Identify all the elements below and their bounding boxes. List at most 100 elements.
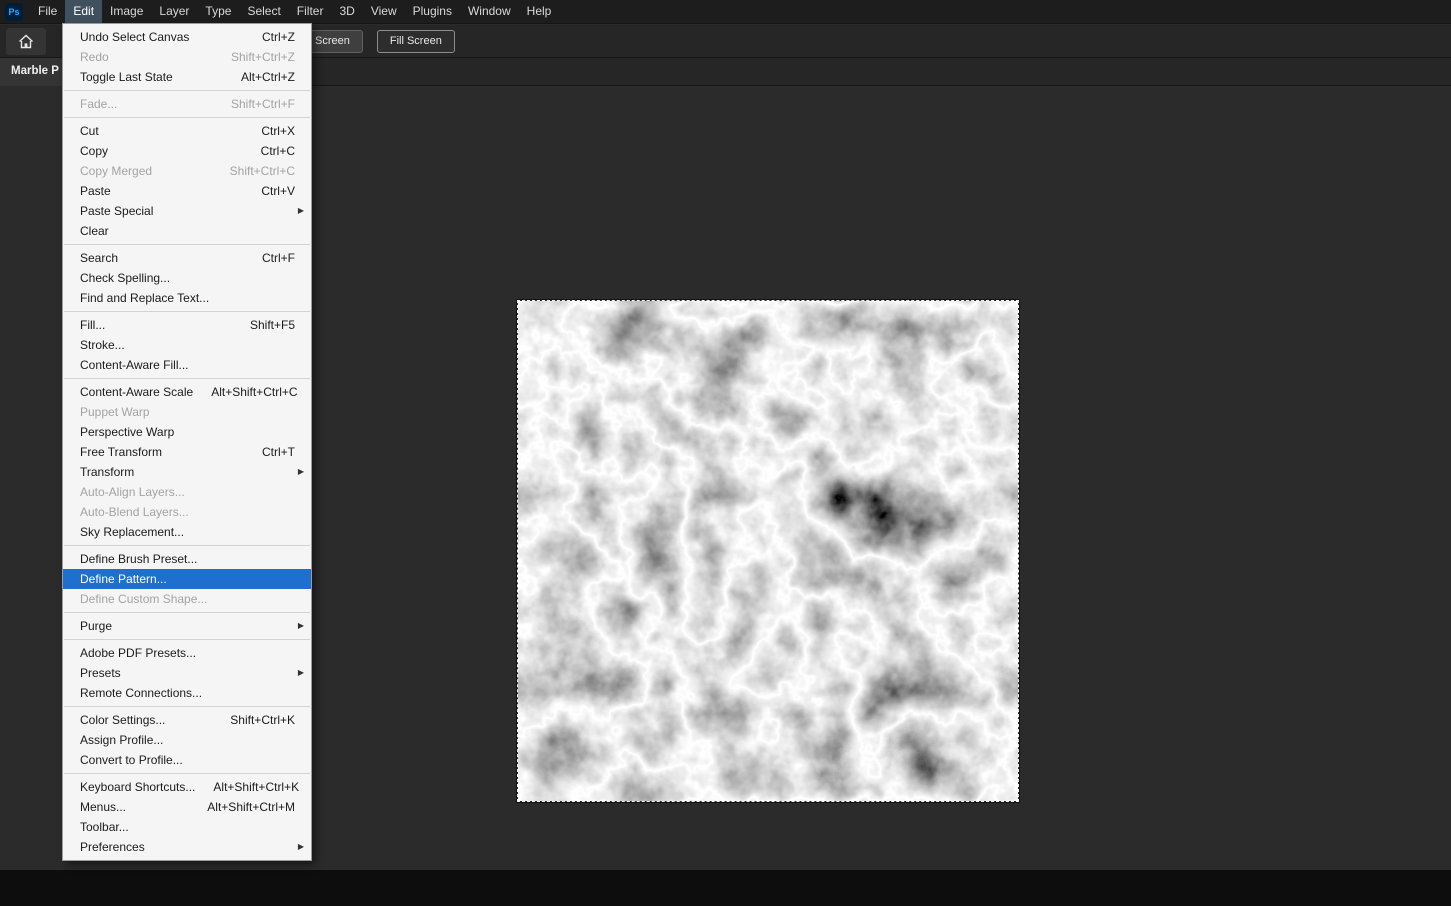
menu-item-define-pattern[interactable]: Define Pattern...: [63, 569, 311, 589]
menu-item-fill[interactable]: Fill... Shift+F5: [63, 315, 311, 335]
menu-item-auto-align-layers: Auto-Align Layers...: [63, 482, 311, 502]
submenu-arrow-icon: ▶: [297, 467, 304, 476]
menu-item-label: Undo Select Canvas: [80, 30, 190, 44]
menubar-item-select[interactable]: Select: [239, 0, 288, 24]
menu-item-label: Puppet Warp: [80, 405, 150, 419]
menu-item-search[interactable]: Search Ctrl+F: [63, 248, 311, 268]
menu-item-content-aware-fill[interactable]: Content-Aware Fill...: [63, 355, 311, 375]
menu-item-toolbar[interactable]: Toolbar...: [63, 817, 311, 837]
submenu-arrow-icon: ▶: [297, 621, 304, 630]
menu-item-convert-to-profile[interactable]: Convert to Profile...: [63, 750, 311, 770]
menu-item-define-custom-shape: Define Custom Shape...: [63, 589, 311, 609]
menu-item-shortcut: Alt+Ctrl+Z: [240, 70, 295, 84]
menu-item-label: Assign Profile...: [80, 733, 164, 747]
menu-separator: [64, 545, 310, 546]
menu-item-label: Check Spelling...: [80, 271, 171, 285]
menubar-item-view[interactable]: View: [363, 0, 405, 24]
menu-item-define-brush-preset[interactable]: Define Brush Preset...: [63, 549, 311, 569]
menu-item-presets[interactable]: Presets ▶: [63, 663, 311, 683]
menu-item-paste-special[interactable]: Paste Special ▶: [63, 201, 311, 221]
menu-item-copy-merged: Copy Merged Shift+Ctrl+C: [63, 161, 311, 181]
menu-item-auto-blend-layers: Auto-Blend Layers...: [63, 502, 311, 522]
submenu-arrow-icon: ▶: [297, 668, 304, 677]
menu-item-stroke[interactable]: Stroke...: [63, 335, 311, 355]
menu-item-preferences[interactable]: Preferences ▶: [63, 837, 311, 857]
menu-item-shortcut: Shift+Ctrl+Z: [230, 50, 295, 64]
menubar-item-file[interactable]: File: [30, 0, 65, 24]
menu-item-label: Auto-Align Layers...: [80, 485, 185, 499]
menu-item-label: Color Settings...: [80, 713, 166, 727]
menu-item-paste[interactable]: Paste Ctrl+V: [63, 181, 311, 201]
menu-separator: [64, 706, 310, 707]
menu-item-sky-replacement[interactable]: Sky Replacement...: [63, 522, 311, 542]
menu-item-label: Define Pattern...: [80, 572, 167, 586]
menu-item-purge[interactable]: Purge ▶: [63, 616, 311, 636]
menu-item-label: Paste: [80, 184, 111, 198]
menu-item-label: Copy Merged: [80, 164, 153, 178]
menu-item-fade: Fade... Shift+Ctrl+F: [63, 94, 311, 114]
menu-item-undo-select-canvas[interactable]: Undo Select Canvas Ctrl+Z: [63, 27, 311, 47]
menu-item-shortcut: Ctrl+T: [262, 445, 295, 459]
menu-item-label: Keyboard Shortcuts...: [80, 780, 196, 794]
menubar-item-help[interactable]: Help: [519, 0, 560, 24]
menu-item-redo: Redo Shift+Ctrl+Z: [63, 47, 311, 67]
menubar-item-edit[interactable]: Edit: [65, 0, 103, 24]
menu-item-check-spelling[interactable]: Check Spelling...: [63, 268, 311, 288]
menu-item-clear[interactable]: Clear: [63, 221, 311, 241]
home-button[interactable]: [6, 28, 46, 55]
menu-item-label: Toolbar...: [80, 820, 129, 834]
photoshop-logo-icon: Ps: [5, 2, 23, 21]
menu-item-cut[interactable]: Cut Ctrl+X: [63, 121, 311, 141]
menu-item-shortcut: Shift+Ctrl+F: [230, 97, 295, 111]
menu-item-transform[interactable]: Transform ▶: [63, 462, 311, 482]
menu-separator: [64, 639, 310, 640]
menu-separator: [64, 773, 310, 774]
menu-item-content-aware-scale[interactable]: Content-Aware Scale Alt+Shift+Ctrl+C: [63, 382, 311, 402]
menu-separator: [64, 378, 310, 379]
menu-separator: [64, 612, 310, 613]
submenu-arrow-icon: ▶: [297, 842, 304, 851]
menu-separator: [64, 244, 310, 245]
menu-item-adobe-pdf-presets[interactable]: Adobe PDF Presets...: [63, 643, 311, 663]
menu-item-toggle-last-state[interactable]: Toggle Last State Alt+Ctrl+Z: [63, 67, 311, 87]
fill-screen-button[interactable]: Fill Screen: [376, 30, 455, 53]
menu-item-shortcut: Ctrl+F: [262, 251, 295, 265]
menu-item-label: Stroke...: [80, 338, 125, 352]
menubar-item-window[interactable]: Window: [460, 0, 519, 24]
menu-item-label: Remote Connections...: [80, 686, 203, 700]
menu-item-label: Convert to Profile...: [80, 753, 183, 767]
menu-item-label: Paste Special: [80, 204, 154, 218]
menu-item-assign-profile[interactable]: Assign Profile...: [63, 730, 311, 750]
menu-separator: [64, 311, 310, 312]
menubar-item-type[interactable]: Type: [197, 0, 239, 24]
menu-item-copy[interactable]: Copy Ctrl+C: [63, 141, 311, 161]
menu-item-label: Redo: [80, 50, 109, 64]
canvas-document[interactable]: [517, 300, 1019, 802]
menu-item-keyboard-shortcuts[interactable]: Keyboard Shortcuts... Alt+Shift+Ctrl+K: [63, 777, 311, 797]
menu-item-shortcut: Ctrl+Z: [262, 30, 295, 44]
menu-separator: [64, 117, 310, 118]
menubar-item-3d[interactable]: 3D: [331, 0, 362, 24]
menubar-item-image[interactable]: Image: [102, 0, 151, 24]
menu-item-find-and-replace-text[interactable]: Find and Replace Text...: [63, 288, 311, 308]
menubar: Ps File Edit Image Layer Type Select Filter 3D V…: [0, 0, 1451, 24]
menu-item-label: Menus...: [80, 800, 127, 814]
menu-item-label: Purge: [80, 619, 113, 633]
menu-item-perspective-warp[interactable]: Perspective Warp: [63, 422, 311, 442]
menubar-item-filter[interactable]: Filter: [289, 0, 332, 24]
menu-item-label: Free Transform: [80, 445, 163, 459]
menu-item-shortcut: Ctrl+X: [261, 124, 295, 138]
menu-item-shortcut: Alt+Shift+Ctrl+K: [213, 780, 300, 794]
menubar-item-layer[interactable]: Layer: [151, 0, 197, 24]
marble-texture-image[interactable]: [518, 301, 1018, 801]
home-icon: [19, 34, 33, 49]
menu-item-color-settings[interactable]: Color Settings... Shift+Ctrl+K: [63, 710, 311, 730]
menu-item-remote-connections[interactable]: Remote Connections...: [63, 683, 311, 703]
menu-item-free-transform[interactable]: Free Transform Ctrl+T: [63, 442, 311, 462]
menubar-item-plugins[interactable]: Plugins: [405, 0, 460, 24]
menu-item-shortcut: Shift+Ctrl+C: [229, 164, 295, 178]
menu-item-menus[interactable]: Menus... Alt+Shift+Ctrl+M: [63, 797, 311, 817]
bottom-bar: [0, 870, 1451, 906]
menu-item-label: Content-Aware Scale: [80, 385, 194, 399]
menu-separator: [64, 90, 310, 91]
